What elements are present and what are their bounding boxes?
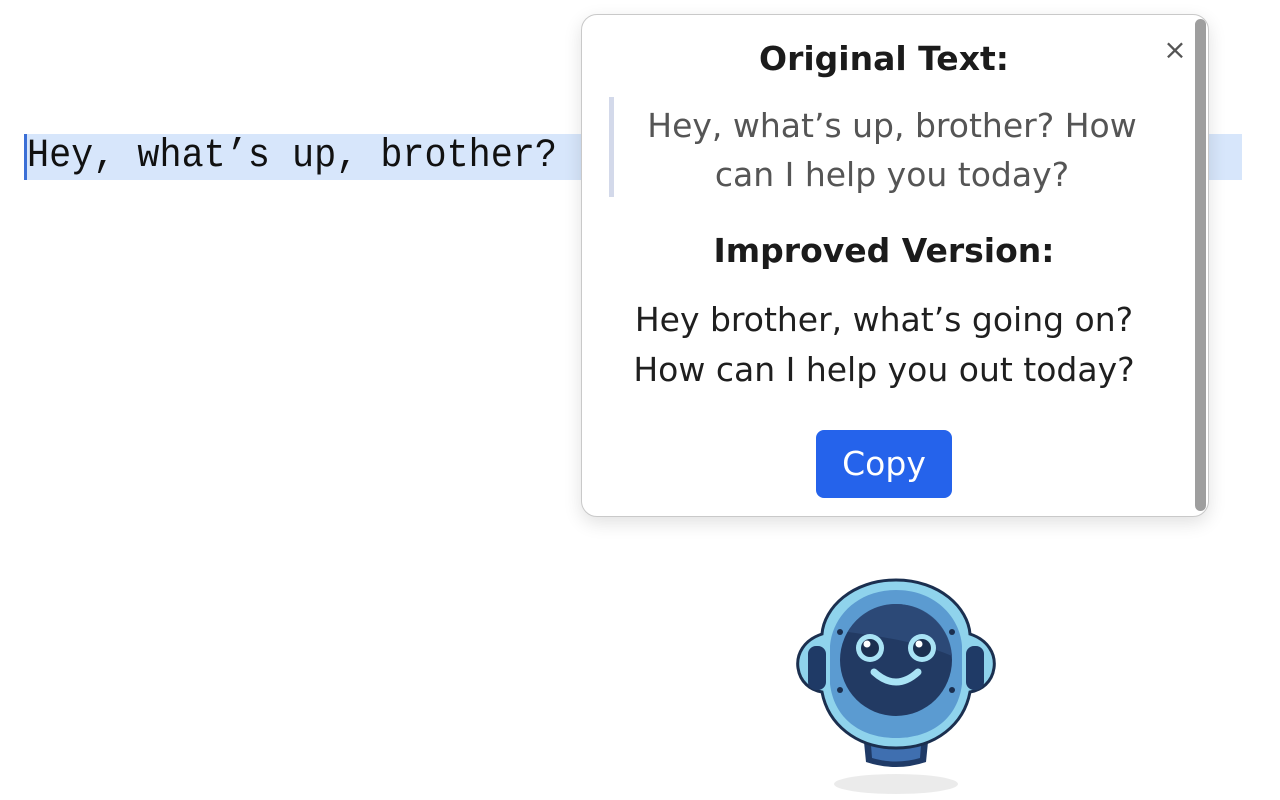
original-text-quote: Hey, what’s up, brother? How can I help … xyxy=(609,97,1152,197)
popup-scrollbar[interactable] xyxy=(1195,19,1206,511)
improved-text: Hey brother, what’s going on? How can I … xyxy=(633,300,1135,389)
rewrite-popup: × Original Text: Hey, what’s up, brother… xyxy=(581,14,1209,517)
robot-icon[interactable] xyxy=(790,572,1002,800)
original-text-heading: Original Text: xyxy=(759,39,1009,78)
original-text: Hey, what’s up, brother? How can I help … xyxy=(647,106,1137,194)
copy-button[interactable]: Copy xyxy=(816,430,952,498)
improved-version-heading: Improved Version: xyxy=(713,231,1055,270)
